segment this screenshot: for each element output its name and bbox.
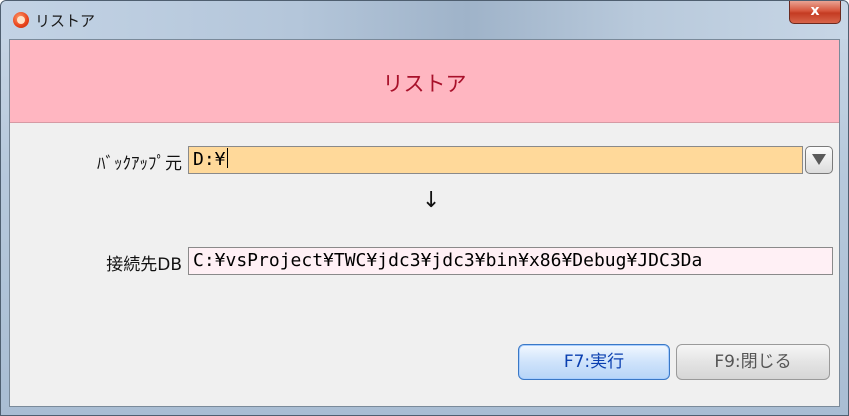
source-dropdown-button[interactable]: [805, 146, 833, 174]
source-path-value: D:¥: [193, 149, 226, 170]
target-db-input[interactable]: C:¥vsProject¥TWC¥jdc3¥jdc3¥bin¥x86¥Debug…: [188, 247, 833, 275]
dialog-window: リストア x リストア ﾊﾞｯｸｱｯﾌﾟ元 D:¥ ↓ 接続先DB C:¥vsP…: [0, 0, 849, 416]
target-db-value: C:¥vsProject¥TWC¥jdc3¥jdc3¥bin¥x86¥Debug…: [193, 250, 703, 271]
app-icon: [13, 12, 29, 28]
page-title: リストア: [382, 72, 467, 96]
close-window-button[interactable]: x: [789, 1, 841, 24]
text-caret: [226, 148, 228, 168]
title-bar[interactable]: リストア x: [1, 1, 848, 39]
source-path-input[interactable]: D:¥: [188, 146, 803, 174]
target-label: 接続先DB: [106, 255, 182, 275]
close-button[interactable]: F9:閉じる: [676, 344, 830, 380]
window-title: リストア: [35, 12, 96, 30]
run-button[interactable]: F7:実行: [518, 344, 670, 380]
header-banner: リストア: [10, 40, 839, 123]
dialog-body: リストア ﾊﾞｯｸｱｯﾌﾟ元 D:¥ ↓ 接続先DB C:¥vsProject¥…: [9, 39, 840, 407]
source-label: ﾊﾞｯｸｱｯﾌﾟ元: [97, 154, 182, 174]
down-arrow-icon: ↓: [422, 188, 441, 213]
chevron-down-icon: [812, 154, 826, 165]
